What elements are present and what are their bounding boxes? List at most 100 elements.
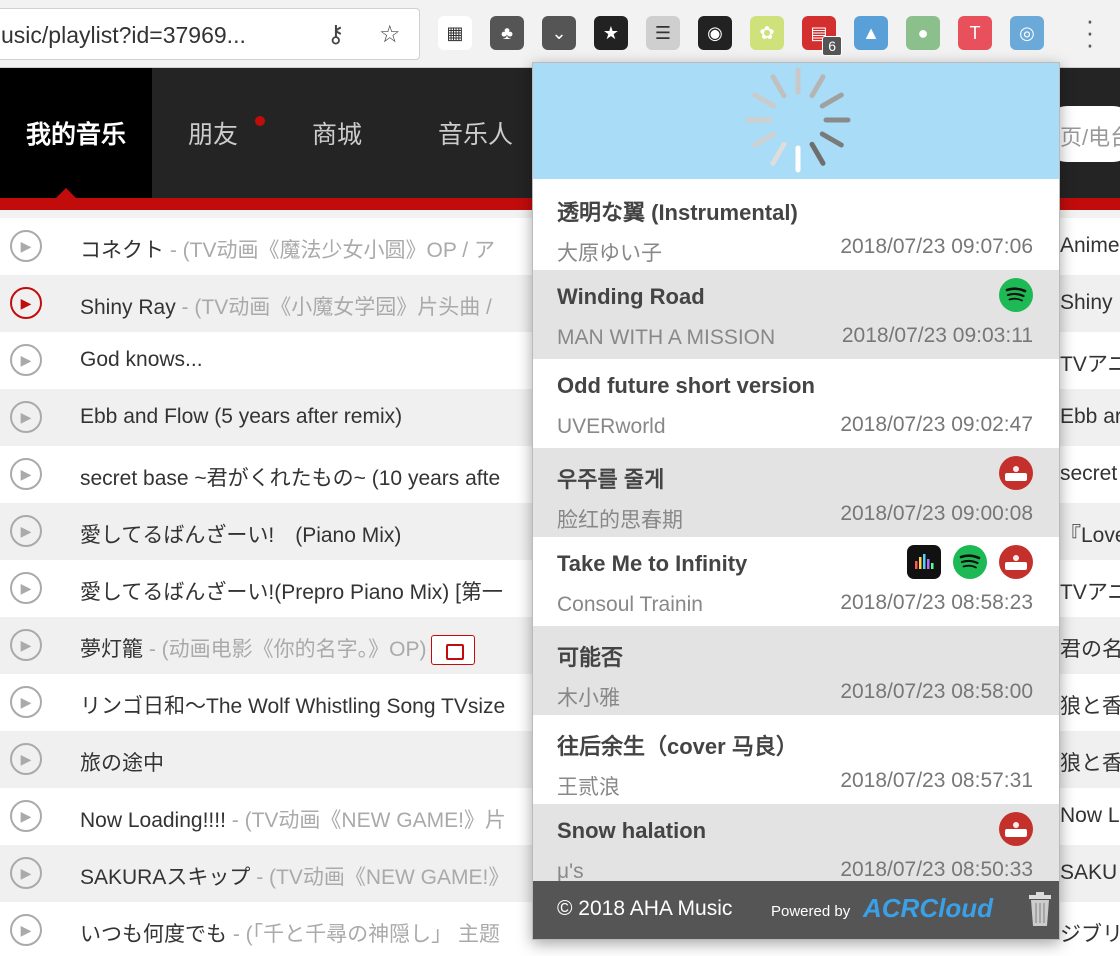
- song-title[interactable]: 愛してるばんざーい! (Piano Mix): [80, 519, 401, 549]
- song-name[interactable]: いつも何度でも: [80, 923, 227, 946]
- album-name[interactable]: SAKU: [1060, 861, 1117, 885]
- play-icon[interactable]: ▶: [10, 515, 42, 547]
- play-icon[interactable]: ▶: [10, 287, 42, 319]
- mv-icon[interactable]: [430, 635, 475, 666]
- album-name[interactable]: 君の名: [1060, 633, 1120, 663]
- play-icon[interactable]: ▶: [10, 401, 42, 433]
- nav-store[interactable]: 商城: [312, 68, 362, 198]
- play-icon[interactable]: ▶: [10, 629, 42, 661]
- album-name[interactable]: 狼と香: [1060, 747, 1120, 777]
- acrcloud-logo[interactable]: ACRCloud: [863, 893, 993, 924]
- history-item[interactable]: 往后余生（cover 马良） 王贰浪 2018/07/23 08:57:31: [533, 715, 1059, 804]
- evernote-icon[interactable]: ♣: [490, 16, 524, 50]
- key-icon[interactable]: ⚷: [327, 23, 345, 47]
- play-icon[interactable]: ▶: [10, 743, 42, 775]
- song-name[interactable]: 夢灯籠: [80, 638, 143, 661]
- album-name[interactable]: Now L: [1060, 804, 1120, 828]
- nav-musicians[interactable]: 音乐人: [438, 68, 513, 198]
- song-name[interactable]: リンゴ日和～The Wolf Whistling Song TVsize: [80, 695, 505, 718]
- song-title[interactable]: リンゴ日和～The Wolf Whistling Song TVsize: [80, 690, 505, 720]
- qr-code-icon[interactable]: ▦: [438, 16, 472, 50]
- song-name[interactable]: Shiny Ray: [80, 296, 176, 319]
- active-nav-caret: [56, 188, 76, 198]
- song-name[interactable]: secret base ~君がくれたもの~ (10 years afte: [80, 467, 500, 490]
- play-icon[interactable]: ▶: [10, 914, 42, 946]
- album-name[interactable]: 狼と香: [1060, 690, 1120, 720]
- apple-music-icon[interactable]: [907, 545, 941, 579]
- menu-icon[interactable]: · · ·: [1080, 7, 1100, 57]
- stats-icon[interactable]: ▲: [854, 16, 888, 50]
- history-song-title[interactable]: Take Me to Infinity: [557, 551, 747, 577]
- calendar-icon[interactable]: ▤ 6: [802, 16, 842, 56]
- song-title[interactable]: SAKURAスキップ - (TV动画《NEW GAME!》: [80, 861, 509, 891]
- history-song-title[interactable]: Snow halation: [557, 818, 706, 844]
- song-title[interactable]: コネクト - (TV动画《魔法少女小圆》OP / ア: [80, 234, 495, 264]
- album-name[interactable]: TVアニ: [1060, 348, 1120, 378]
- song-name[interactable]: コネクト: [80, 239, 164, 262]
- album-name[interactable]: Ebb ar: [1060, 405, 1120, 429]
- reader-icon[interactable]: ☰: [646, 16, 680, 50]
- spotify-icon[interactable]: [953, 545, 987, 579]
- nav-friends[interactable]: 朋友: [188, 68, 238, 198]
- spotify-icon[interactable]: [999, 278, 1033, 312]
- play-icon[interactable]: ▶: [10, 344, 42, 376]
- song-name[interactable]: 愛してるばんざーい! (Piano Mix): [80, 524, 401, 547]
- play-icon[interactable]: ▶: [10, 572, 42, 604]
- star-icon[interactable]: ☆: [379, 23, 401, 47]
- song-title[interactable]: 夢灯籠 - (动画电影《你的名字。》OP): [80, 633, 475, 666]
- circle-icon[interactable]: ●: [906, 16, 940, 50]
- youtube-icon[interactable]: [999, 456, 1033, 490]
- history-item[interactable]: 우주를 줄게 脸红的思春期 2018/07/23 09:00:08: [533, 448, 1059, 537]
- tapermonkey-icon[interactable]: T: [958, 16, 992, 50]
- history-song-title[interactable]: Odd future short version: [557, 373, 815, 399]
- play-icon[interactable]: ▶: [10, 800, 42, 832]
- album-name[interactable]: Anime: [1060, 234, 1120, 258]
- history-item[interactable]: 透明な翼 (Instrumental) 大原ゆい子 2018/07/23 09:07…: [533, 181, 1059, 270]
- history-timestamp: 2018/07/23 08:58:00: [840, 680, 1033, 703]
- song-title[interactable]: いつも何度でも - (「千と千尋の神隠し」 主题: [80, 918, 500, 948]
- song-title[interactable]: 愛してるばんざーい!(Prepro Piano Mix) [第一: [80, 576, 503, 606]
- aha-music-icon[interactable]: ◎: [1010, 16, 1044, 50]
- album-name[interactable]: TVアニ: [1060, 576, 1120, 606]
- history-item[interactable]: Snow halation μ's 2018/07/23 08:50:33: [533, 804, 1059, 893]
- history-item[interactable]: 可能否 木小雅 2018/07/23 08:58:00: [533, 626, 1059, 715]
- song-title[interactable]: secret base ~君がくれたもの~ (10 years afte: [80, 462, 500, 492]
- album-name[interactable]: Shiny: [1060, 291, 1113, 315]
- play-icon[interactable]: ▶: [10, 857, 42, 889]
- pocket-icon[interactable]: ⌄: [542, 16, 576, 50]
- song-title[interactable]: God knows...: [80, 348, 203, 372]
- album-name[interactable]: 『Love: [1060, 519, 1120, 549]
- album-name[interactable]: secret: [1060, 462, 1117, 486]
- speedometer-icon[interactable]: ◉: [698, 16, 732, 50]
- history-song-title[interactable]: 可能否: [557, 640, 623, 672]
- play-icon[interactable]: ▶: [10, 230, 42, 262]
- song-title[interactable]: 旅の途中: [80, 747, 164, 777]
- song-name[interactable]: SAKURAスキップ: [80, 866, 250, 889]
- song-name[interactable]: Ebb and Flow (5 years after remix): [80, 405, 402, 428]
- youtube-icon[interactable]: [999, 545, 1033, 579]
- play-icon[interactable]: ▶: [10, 458, 42, 490]
- plant-icon[interactable]: ✿: [750, 16, 784, 50]
- album-name[interactable]: ジブリ: [1060, 918, 1120, 948]
- bookmark-star-icon[interactable]: ★: [594, 16, 628, 50]
- nav-my-music[interactable]: 我的音乐: [0, 68, 152, 198]
- history-song-title[interactable]: 우주를 줄게: [557, 462, 664, 494]
- song-name[interactable]: 旅の途中: [80, 752, 164, 775]
- song-title[interactable]: Shiny Ray - (TV动画《小魔女学园》片头曲 /: [80, 291, 492, 321]
- song-alias: - (动画电影《你的名字。》OP): [143, 638, 427, 661]
- history-item[interactable]: Odd future short version UVERworld 2018/07…: [533, 359, 1059, 448]
- song-title[interactable]: Now Loading!!!! - (TV动画《NEW GAME!》片: [80, 804, 506, 834]
- song-name[interactable]: God knows...: [80, 348, 203, 371]
- history-song-title[interactable]: 往后余生（cover 马良）: [557, 729, 798, 761]
- song-title[interactable]: Ebb and Flow (5 years after remix): [80, 405, 402, 429]
- youtube-icon[interactable]: [999, 812, 1033, 846]
- play-icon[interactable]: ▶: [10, 686, 42, 718]
- trash-icon[interactable]: [1027, 891, 1053, 927]
- song-name[interactable]: 愛してるばんざーい!(Prepro Piano Mix) [第一: [80, 581, 503, 604]
- history-song-title[interactable]: Winding Road: [557, 284, 705, 310]
- address-bar[interactable]: usic/playlist?id=37969... ⚷ ☆: [0, 8, 420, 60]
- history-item[interactable]: Take Me to Infinity Consoul Trainin 2018/0…: [533, 537, 1059, 626]
- history-item[interactable]: Winding Road MAN WITH A MISSION 2018/07/23…: [533, 270, 1059, 359]
- song-name[interactable]: Now Loading!!!!: [80, 809, 226, 832]
- history-song-title[interactable]: 透明な翼 (Instrumental): [557, 195, 798, 227]
